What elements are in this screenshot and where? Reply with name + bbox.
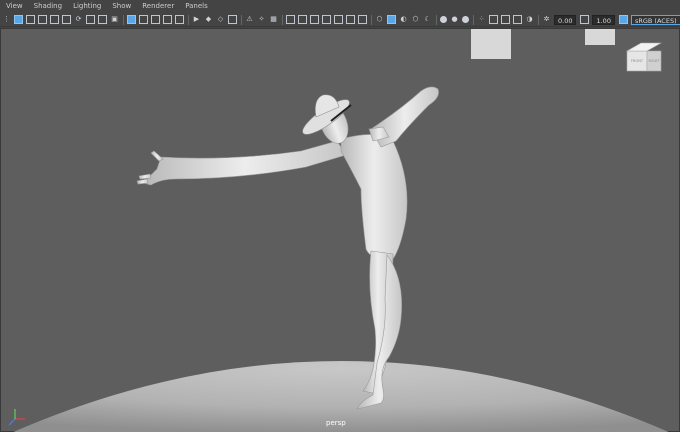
film-gate-icon[interactable] [98, 15, 107, 24]
menu-panels[interactable]: Panels [185, 0, 208, 13]
toolbar-separator [473, 14, 474, 25]
depth-of-field-icon[interactable]: ⚠ [245, 15, 254, 24]
grid-icon[interactable] [86, 15, 95, 24]
image-plane-icon[interactable] [50, 15, 59, 24]
menu-view[interactable]: View [6, 0, 23, 13]
camera-attributes-icon[interactable] [26, 15, 35, 24]
xray-icon[interactable] [139, 15, 148, 24]
motion-blur-icon[interactable]: ◇ [216, 15, 225, 24]
exposure-field[interactable]: 0.00 [554, 14, 577, 25]
grease-pencil-icon[interactable]: ⟳ [74, 15, 83, 24]
toolbar-separator [123, 14, 124, 25]
perspective-viewport[interactable]: FRONT RIGHT [0, 28, 680, 432]
video-camera-icon[interactable]: ▶ [192, 15, 201, 24]
snapshot-icon[interactable]: ▣ [110, 15, 119, 24]
texture-swatch-2 [585, 29, 615, 45]
toolbar-separator [282, 14, 283, 25]
toolbar-handle-icon[interactable]: ⋮ [2, 15, 11, 24]
field-chart-icon[interactable] [175, 15, 184, 24]
menu-bar: View Shading Lighting Show Renderer Pane… [0, 0, 680, 13]
use-all-lights-icon[interactable] [322, 15, 331, 24]
shadows-icon[interactable] [334, 15, 343, 24]
exposure-settings-icon[interactable]: ✲ [542, 15, 551, 24]
menu-renderer[interactable]: Renderer [142, 0, 174, 13]
gamma-field[interactable]: 1.00 [592, 14, 615, 25]
resolution-gate-icon[interactable] [151, 15, 160, 24]
texture-swatch [471, 29, 511, 59]
selection-highlight-icon[interactable]: ▦ [269, 15, 278, 24]
bounding-box-icon[interactable]: ⬡ [411, 15, 420, 24]
smooth-shade-icon[interactable] [387, 15, 396, 24]
select-camera-icon[interactable] [14, 15, 23, 24]
viewport-scene [8, 29, 669, 432]
wireframe-cube-icon[interactable]: ⬡ [375, 15, 384, 24]
viewcube-right-label: RIGHT [648, 59, 660, 63]
all-lights-icon[interactable] [462, 16, 469, 23]
isolate-icon[interactable]: ☾ [423, 15, 432, 24]
gamma-toggle-icon[interactable]: ◑ [525, 15, 534, 24]
toolbar-separator [538, 14, 539, 25]
toolbar-separator [188, 14, 189, 25]
wireframe-icon[interactable] [228, 15, 237, 24]
viewcube-right-face[interactable]: RIGHT [644, 51, 664, 71]
axis-gizmo [8, 409, 25, 426]
menu-show[interactable]: Show [112, 0, 131, 13]
default-light-icon[interactable]: ● [450, 15, 459, 24]
flat-shade-icon[interactable]: ◐ [399, 15, 408, 24]
backface-culling-icon[interactable] [489, 15, 498, 24]
heads-up-display-icon[interactable] [298, 15, 307, 24]
gate-mask-icon[interactable] [163, 15, 172, 24]
character-model [136, 86, 439, 410]
2d-pan-zoom-icon[interactable] [62, 15, 71, 24]
color-management-icon[interactable] [501, 15, 510, 24]
toolbar-separator [436, 14, 437, 25]
sphere-light-icon[interactable] [440, 16, 447, 23]
stereo-icon[interactable]: ◆ [204, 15, 213, 24]
panel-toolbar: ⋮ ⟳ ▣ ▶ ◆ ◇ ⚠ ✧ ▦ ⬡ ◐ ⬡ ☾ ● ⁘ ◑ ✲ 0.00 1… [0, 13, 680, 27]
screen-space-ao-icon[interactable] [346, 15, 355, 24]
textured-icon[interactable] [310, 15, 319, 24]
color-space-dropdown[interactable]: sRGB (ACES) [630, 14, 680, 25]
anti-aliasing-icon[interactable] [358, 15, 367, 24]
menu-lighting[interactable]: Lighting [73, 0, 101, 13]
camera-name-label: persp [326, 419, 346, 427]
menu-shading[interactable]: Shading [34, 0, 62, 13]
gamma-icon[interactable] [580, 15, 590, 24]
toolbar-separator [241, 14, 242, 25]
xray-joints-icon[interactable]: ⁘ [477, 15, 486, 24]
grid-toggle-icon[interactable] [286, 15, 295, 24]
lights-icon[interactable]: ✧ [257, 15, 266, 24]
toolbar-separator [371, 14, 372, 25]
isolate-select-icon[interactable] [127, 15, 136, 24]
viewcube-front-label: FRONT [631, 59, 643, 63]
exposure-icon[interactable] [513, 15, 522, 24]
view-transform-icon[interactable] [618, 15, 628, 24]
bookmarks-icon[interactable] [38, 15, 47, 24]
